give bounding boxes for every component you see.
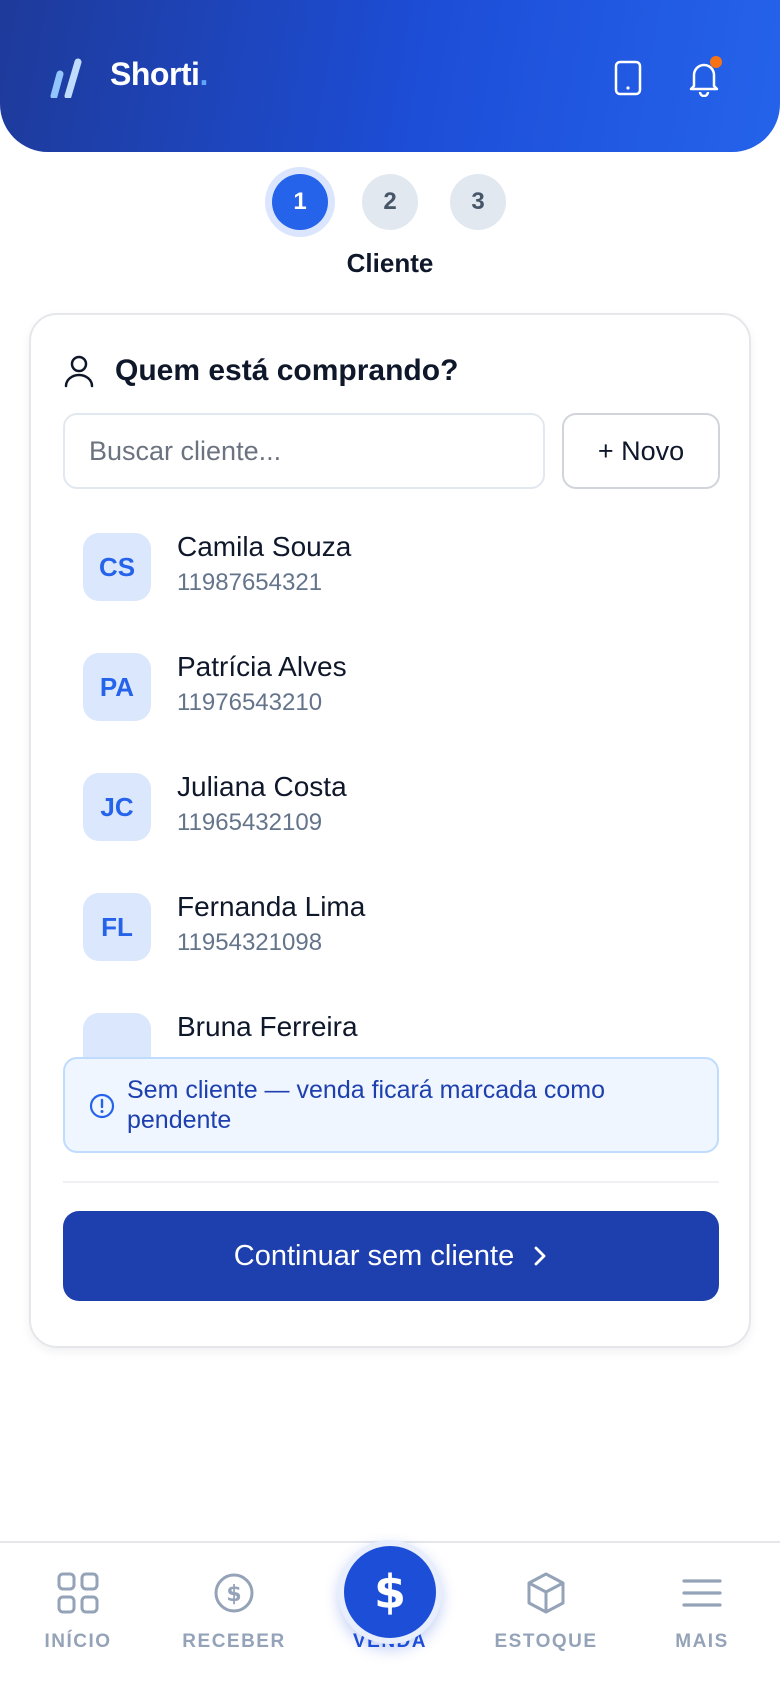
client-avatar: CS (83, 533, 151, 601)
logo-icon (50, 58, 82, 98)
box-icon (527, 1572, 565, 1614)
client-phone: 11987654321 (177, 569, 323, 596)
brand-name: Shorti. (110, 56, 208, 93)
client-name: Bruna Ferreira (177, 1011, 358, 1042)
client-row[interactable]: FL Fernanda Lima 11954321098 (63, 873, 721, 973)
nav-item-mais[interactable]: MAIS (624, 1571, 780, 1671)
dollar-icon: $ (374, 1566, 406, 1618)
chevron-right-icon (532, 1245, 548, 1267)
nav-label: RECEBER (182, 1631, 286, 1652)
nav-item-estoque[interactable]: ESTOQUE (468, 1571, 624, 1671)
client-row[interactable]: PA Patrícia Alves 11976543210 (63, 633, 721, 733)
cta-label: Continuar sem cliente (233, 1239, 515, 1272)
grid-icon (57, 1572, 99, 1614)
device-button[interactable] (602, 52, 654, 104)
nav-item-receber[interactable]: $ RECEBER (156, 1571, 312, 1671)
notification-badge (710, 56, 722, 68)
client-phone: 11965432109 (177, 809, 323, 836)
client-row[interactable]: CS Camila Souza 11987654321 (63, 513, 721, 613)
step-3[interactable]: 3 (450, 174, 506, 230)
continue-without-client-button[interactable]: Continuar sem cliente (63, 1211, 719, 1301)
client-phone: 11976543210 (177, 689, 323, 716)
nav-label: MAIS (675, 1631, 729, 1652)
client-name: Patrícia Alves (177, 651, 347, 682)
client-avatar: FL (83, 893, 151, 961)
dollar-circle-icon: $ (214, 1573, 254, 1613)
step-label: Cliente (346, 248, 434, 278)
user-icon (64, 355, 94, 388)
client-phone: 11954321098 (177, 929, 323, 956)
svg-text:$: $ (226, 1582, 241, 1607)
client-search-input[interactable] (63, 413, 545, 489)
notice-text: Sem cliente — venda ficará marcada como … (127, 1076, 605, 1134)
new-client-button[interactable]: + Novo (562, 413, 720, 489)
brand-text: Shorti (110, 56, 200, 92)
card-title: Quem está comprando? (115, 354, 459, 387)
client-avatar: PA (83, 653, 151, 721)
client-row[interactable]: JC Juliana Costa 11965432109 (63, 753, 721, 853)
new-sale-fab[interactable]: $ (338, 1540, 442, 1644)
client-name: Fernanda Lima (177, 891, 366, 922)
client-name: Juliana Costa (177, 771, 347, 802)
app-header: Shorti. (0, 0, 780, 152)
client-list[interactable]: CS Camila Souza 11987654321 PA Patrícia … (63, 513, 721, 1057)
smartphone-icon (614, 60, 642, 96)
client-row[interactable]: Bruna Ferreira (63, 993, 721, 1057)
notifications-button[interactable] (678, 52, 730, 104)
client-avatar (83, 1013, 151, 1057)
menu-icon (682, 1579, 722, 1607)
info-icon (89, 1093, 115, 1119)
brand-dot: . (199, 56, 208, 92)
svg-text:$: $ (374, 1566, 406, 1618)
nav-label: ESTOQUE (494, 1631, 598, 1652)
card-header: Quem está comprando? (63, 351, 458, 391)
step-2[interactable]: 2 (362, 174, 418, 230)
client-avatar: JC (83, 773, 151, 841)
client-name: Camila Souza (177, 531, 352, 562)
client-card: Quem está comprando? + Novo CS Camila So… (29, 313, 751, 1348)
stepper: 1 2 3 (0, 172, 780, 232)
step-1[interactable]: 1 (272, 174, 328, 230)
nav-label: INÍCIO (44, 1631, 112, 1652)
nav-item-inicio[interactable]: INÍCIO (0, 1571, 156, 1671)
pending-notice: Sem cliente — venda ficará marcada como … (63, 1057, 719, 1153)
divider (63, 1181, 719, 1183)
